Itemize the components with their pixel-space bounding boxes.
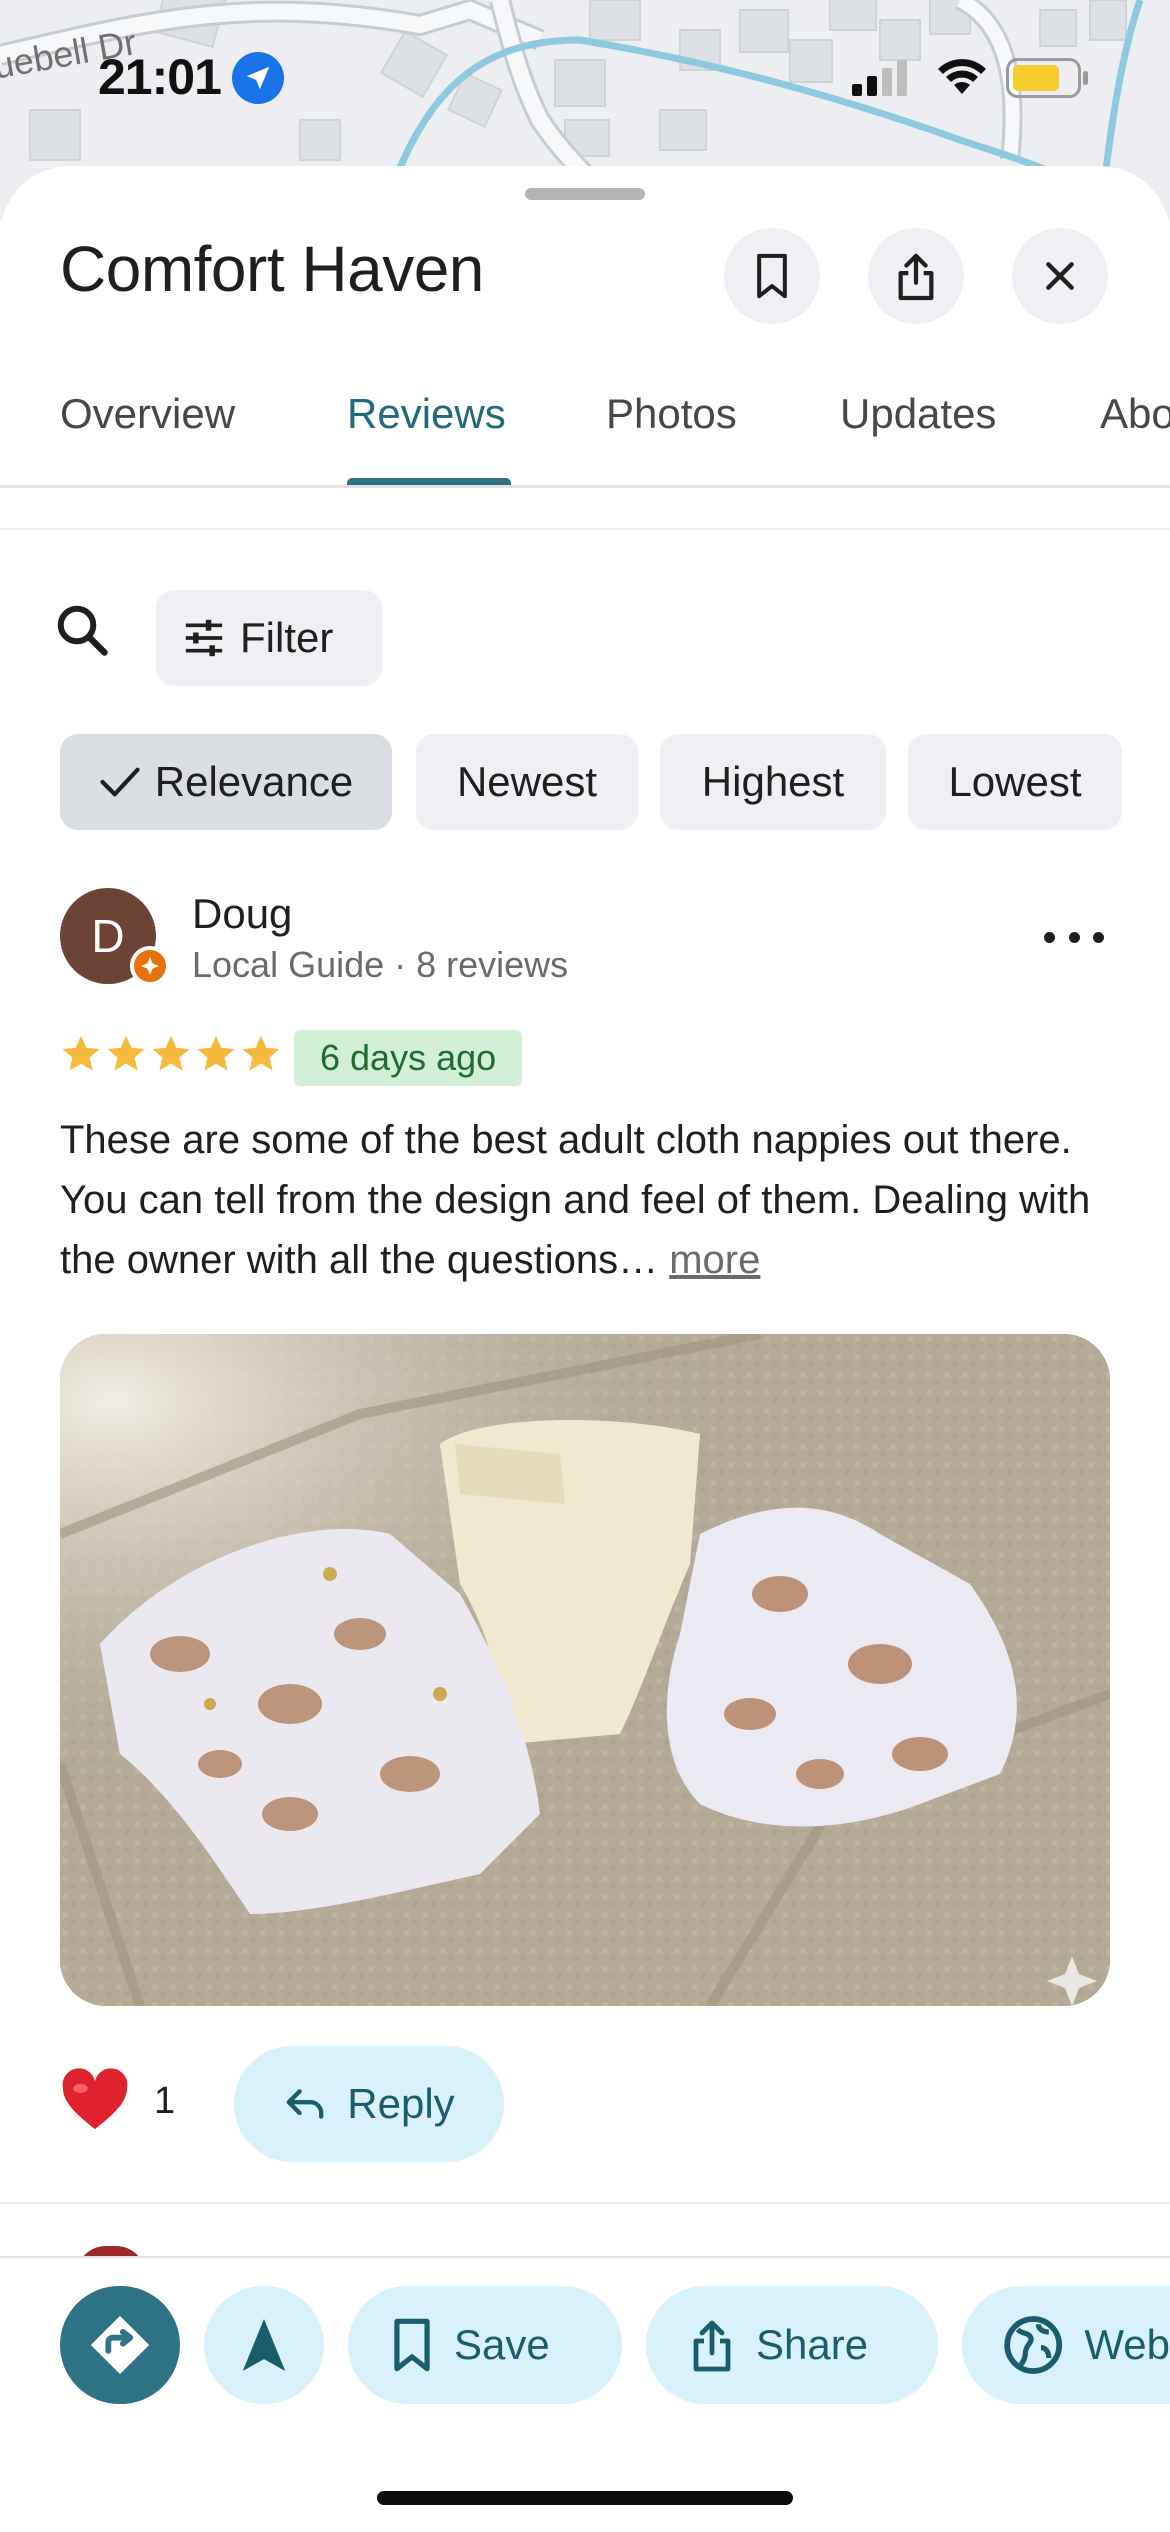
globe-icon [1004,2316,1063,2374]
directions-button[interactable] [60,2286,180,2404]
star-rating [60,1034,282,1074]
reply-label: Reply [347,2080,455,2127]
star-icon [197,1035,235,1071]
reply-arrow-icon [286,2089,324,2119]
sort-chip-label: Newest [456,758,598,805]
heart-icon[interactable] [60,2068,130,2132]
review-author-meta: Local Guide · 8 reviews [192,944,569,985]
sort-chip-label: Relevance [154,758,354,805]
website-button[interactable]: Web [962,2286,1170,2404]
filter-label: Filter [240,614,334,661]
search-icon[interactable] [52,600,112,660]
like-count: 1 [154,2080,176,2122]
filter-sliders-icon [185,619,223,657]
location-arrow-icon [232,52,284,104]
drag-handle[interactable] [525,188,645,200]
review-text: These are some of the best adult cloth n… [60,1110,1120,1290]
share-label: Share [756,2321,869,2368]
review-photo[interactable] [60,1334,1110,2006]
local-guide-badge-icon [130,946,170,986]
review-divider [0,2202,1170,2204]
sort-chip-newest[interactable]: Newest [416,734,638,830]
cellular-signal-icon [852,60,907,96]
tab-divider [0,485,1170,488]
battery-icon [1006,58,1088,98]
save-button[interactable]: Save [348,2286,622,2404]
share-icon [693,2320,731,2372]
navigation-arrow-icon [242,2319,286,2371]
star-icon [107,1035,145,1071]
star-icon [152,1035,190,1071]
more-options-icon[interactable] [1044,912,1104,962]
section-divider [0,528,1170,530]
bookmark-icon [394,2318,430,2372]
status-bar: 21:01 [0,0,1170,150]
reply-button[interactable]: Reply [234,2046,504,2162]
star-icon [62,1035,100,1071]
filter-button[interactable]: Filter [156,590,382,686]
read-more-link[interactable]: more [669,1238,760,1282]
review-body: These are some of the best adult cloth n… [60,1118,1091,1282]
website-label: Web [1084,2321,1170,2368]
start-navigation-button[interactable] [204,2286,324,2404]
wifi-icon [938,59,986,94]
sort-chip-lowest[interactable]: Lowest [908,734,1122,830]
share-button[interactable]: Share [646,2286,938,2404]
sort-chip-highest[interactable]: Highest [660,734,886,830]
save-label: Save [454,2321,550,2368]
status-time: 21:01 [98,49,222,105]
review-date-badge: 6 days ago [294,1030,523,1086]
directions-icon [90,2315,150,2375]
sort-chip-label: Highest [701,758,845,805]
home-indicator[interactable] [377,2491,793,2505]
star-icon [242,1035,280,1071]
tab-bar: Overview Reviews Photos Updates Abo [60,390,1170,437]
review-author-name[interactable]: Doug [192,890,292,938]
sort-chip-label: Lowest [948,758,1082,805]
checkmark-icon [100,767,140,797]
sort-chip-relevance[interactable]: Relevance [60,734,392,830]
avatar-initial: D [91,910,125,962]
